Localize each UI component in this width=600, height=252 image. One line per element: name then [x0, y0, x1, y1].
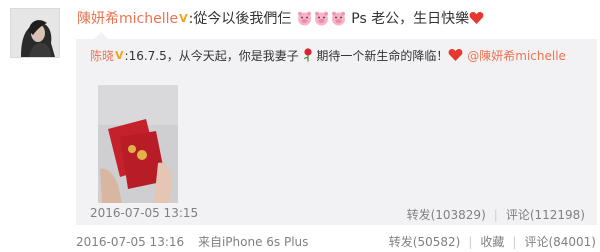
comment-button[interactable]: 评论(84001)	[524, 235, 596, 249]
post-source: 来自iPhone 6s Plus	[197, 235, 309, 249]
repost-timestamp[interactable]: 2016-07-05 13:15	[90, 206, 198, 220]
favorite-button[interactable]: 收藏	[480, 235, 504, 249]
pig-emoji-icon	[331, 11, 345, 26]
photo-image	[98, 85, 178, 203]
verified-icon: V	[115, 49, 124, 62]
repost-author-link[interactable]: 陈晓	[90, 49, 114, 63]
repost-forward-button[interactable]: 转发(103829)	[407, 208, 486, 222]
post-author-link[interactable]: 陳妍希michelle	[77, 11, 178, 27]
divider: |	[493, 208, 498, 222]
repost-text-part1: 16.7.5，从今天起，你是我妻子	[128, 49, 299, 63]
rose-icon	[303, 48, 312, 62]
heart-icon	[449, 49, 463, 61]
verified-icon: V	[179, 12, 188, 25]
forward-button[interactable]: 转发(50582)	[389, 235, 461, 249]
mention-link[interactable]: @陳妍希michelle	[467, 49, 566, 63]
repost-text: 陈晓V:16.7.5，从今天起，你是我妻子 期待一个新生命的降临！ @陳妍希mi…	[90, 47, 566, 65]
repost-photo[interactable]	[98, 85, 178, 203]
post-text: 陳妍希michelleV:從今以後我們仨 Ps 老公，生日快樂	[77, 9, 484, 29]
post-text-part2: Ps 老公，生日快樂	[346, 11, 470, 27]
divider: |	[512, 235, 517, 249]
heart-icon	[469, 12, 484, 24]
divider: |	[468, 235, 473, 249]
post-actions: 转发(50582) | 收藏 | 评论(84001)	[389, 233, 596, 250]
pig-emoji-icon	[297, 11, 311, 26]
repost-comment-button[interactable]: 评论(112198)	[506, 208, 585, 222]
repost-actions: 转发(103829) | 评论(112198)	[407, 206, 585, 223]
post-timestamp[interactable]: 2016-07-05 13:16	[76, 235, 184, 249]
avatar[interactable]	[10, 8, 60, 58]
post-meta: 2016-07-05 13:16 来自iPhone 6s Plus	[76, 233, 308, 250]
pig-emoji-icon	[314, 11, 328, 26]
post-text-part1: 從今以後我們仨	[193, 11, 292, 27]
repost-box: 陈晓V:16.7.5，从今天起，你是我妻子 期待一个新生命的降临！ @陳妍希mi…	[76, 32, 597, 225]
repost-arrow	[94, 32, 108, 39]
avatar-image	[11, 9, 59, 57]
repost-text-part2: 期待一个新生命的降临！	[316, 49, 449, 63]
